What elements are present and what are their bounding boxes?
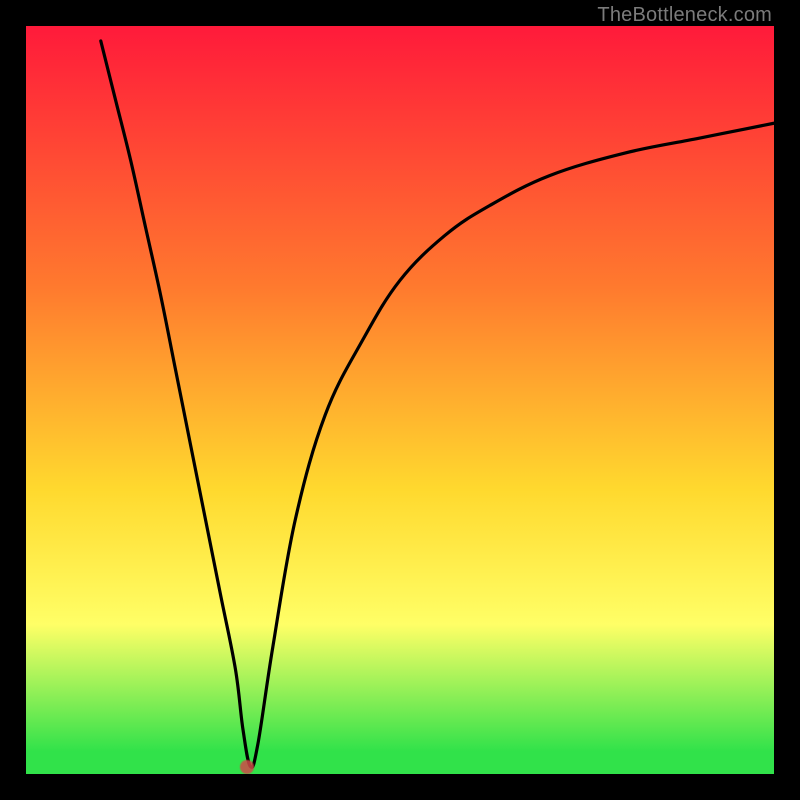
- optimal-point-marker: [240, 760, 254, 774]
- attribution-text: TheBottleneck.com: [597, 4, 772, 27]
- bottleneck-curve: [26, 26, 774, 774]
- plot-area: [26, 26, 774, 774]
